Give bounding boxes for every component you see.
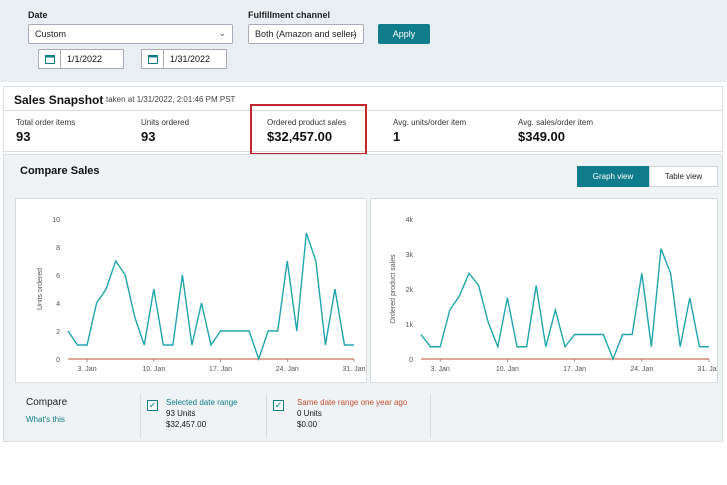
prior-year-units: 0 Units	[297, 409, 322, 418]
metric-label: Avg. units/order item	[393, 118, 467, 127]
y-axis-label: Ordered product sales	[390, 254, 397, 324]
apply-button[interactable]: Apply	[378, 24, 430, 44]
units-ordered-chart: 0 2 4 6 8 10 3. Jan 10. Jan 17. Jan 24. Jan 31. Ja…	[37, 217, 366, 373]
selected-range-units: 93 Units	[166, 409, 196, 418]
y-tick-label: 4k	[406, 217, 414, 224]
prior-year-legend: Same date range one year ago 0 Units $0.…	[297, 397, 407, 430]
end-date-value: 1/31/2022	[170, 54, 211, 64]
prior-year-label: Same date range one year ago	[297, 398, 408, 407]
y-tick-label: 6	[56, 273, 60, 280]
highlight-box	[250, 104, 367, 155]
legend-divider	[266, 394, 267, 438]
x-tick-label: 3. Jan	[431, 366, 450, 373]
selected-range-sales: $32,457.00	[166, 420, 207, 429]
graph-view-button[interactable]: Graph view	[577, 166, 649, 187]
x-tick-label: 10. Jan	[142, 366, 165, 373]
metric-units-ordered: Units ordered 93	[141, 118, 189, 144]
chevron-down-icon: ⌄	[218, 28, 226, 38]
y-tick-label: 8	[56, 245, 60, 252]
x-tick-label: 17. Jan	[563, 366, 586, 373]
metric-total-order-items: Total order items 93	[16, 118, 75, 144]
x-tick-label: 3. Jan	[78, 366, 97, 373]
y-axis-label: Units ordered	[37, 268, 44, 310]
end-date-field[interactable]: 1/31/2022	[141, 49, 227, 69]
legend-divider	[430, 394, 431, 438]
sales-chart-container: 0 1k 2k 3k 4k 3. Jan 10. Jan 17. Jan 24. Jan 31. …	[370, 198, 721, 383]
fulfillment-channel-select[interactable]: Both (Amazon and seller) ⌄	[248, 24, 364, 44]
metric-value: 93	[16, 129, 31, 144]
metric-value: 93	[141, 129, 156, 144]
fulfillment-channel-value: Both (Amazon and seller)	[255, 29, 357, 39]
series-line-selected-range	[420, 248, 709, 361]
snapshot-timestamp: taken at 1/31/2022, 2:01:46 PM PST	[106, 95, 236, 104]
legend-divider	[140, 394, 141, 438]
start-date-value: 1/1/2022	[67, 54, 103, 64]
selected-range-legend: Selected date range 93 Units $32,457.00	[166, 397, 238, 430]
compare-label: Compare	[26, 397, 68, 408]
x-tick-label: 24. Jan	[276, 366, 299, 373]
date-range-value: Custom	[35, 29, 67, 39]
y-tick-label: 1k	[406, 322, 414, 329]
units-chart-container: 0 2 4 6 8 10 3. Jan 10. Jan 17. Jan 24. Jan 31. Ja…	[15, 198, 367, 383]
y-tick-label: 3k	[406, 252, 414, 259]
y-tick-label: 0	[409, 357, 413, 364]
metric-value: 1	[393, 129, 401, 144]
prior-year-sales: $0.00	[297, 420, 318, 429]
metric-label: Avg. sales/order item	[518, 118, 593, 127]
calendar-icon[interactable]	[39, 50, 61, 68]
x-tick-label: 17. Jan	[209, 366, 232, 373]
snapshot-title: Sales Snapshot	[14, 93, 104, 107]
metric-avg-units-per-order-item: Avg. units/order item 1	[393, 118, 466, 144]
compare-sales-title: Compare Sales	[20, 165, 100, 177]
whats-this-link[interactable]: What's this	[26, 415, 65, 424]
fulfillment-channel-label: Fulfillment channel	[248, 10, 331, 20]
calendar-icon[interactable]	[142, 50, 164, 68]
x-tick-label: 31. Jan	[698, 366, 717, 373]
metric-avg-sales-per-order-item: Avg. sales/order item $349.00	[518, 118, 593, 144]
table-view-button[interactable]: Table view	[649, 166, 718, 187]
x-tick-label: 24. Jan	[630, 366, 653, 373]
date-range-select[interactable]: Custom ⌄	[28, 24, 233, 44]
y-tick-label: 2k	[406, 287, 414, 294]
selected-range-checkbox[interactable]: ✓	[147, 400, 158, 411]
y-tick-label: 0	[56, 357, 60, 364]
start-date-field[interactable]: 1/1/2022	[38, 49, 124, 69]
prior-year-checkbox[interactable]: ✓	[273, 400, 284, 411]
y-tick-label: 4	[56, 301, 60, 308]
metric-label: Total order items	[16, 118, 76, 127]
date-label: Date	[28, 10, 48, 20]
selected-range-label: Selected date range	[166, 398, 238, 407]
metric-label: Units ordered	[141, 118, 190, 127]
chevron-down-icon: ⌄	[349, 28, 357, 38]
series-line-selected-range	[67, 232, 354, 362]
sales-chart: 0 1k 2k 3k 4k 3. Jan 10. Jan 17. Jan 24. Jan 31. …	[390, 217, 721, 373]
y-tick-label: 10	[52, 217, 60, 224]
x-tick-label: 10. Jan	[496, 366, 519, 373]
y-tick-label: 2	[56, 329, 60, 336]
metric-value: $349.00	[518, 129, 565, 144]
x-tick-label: 31. Jan	[343, 366, 366, 373]
